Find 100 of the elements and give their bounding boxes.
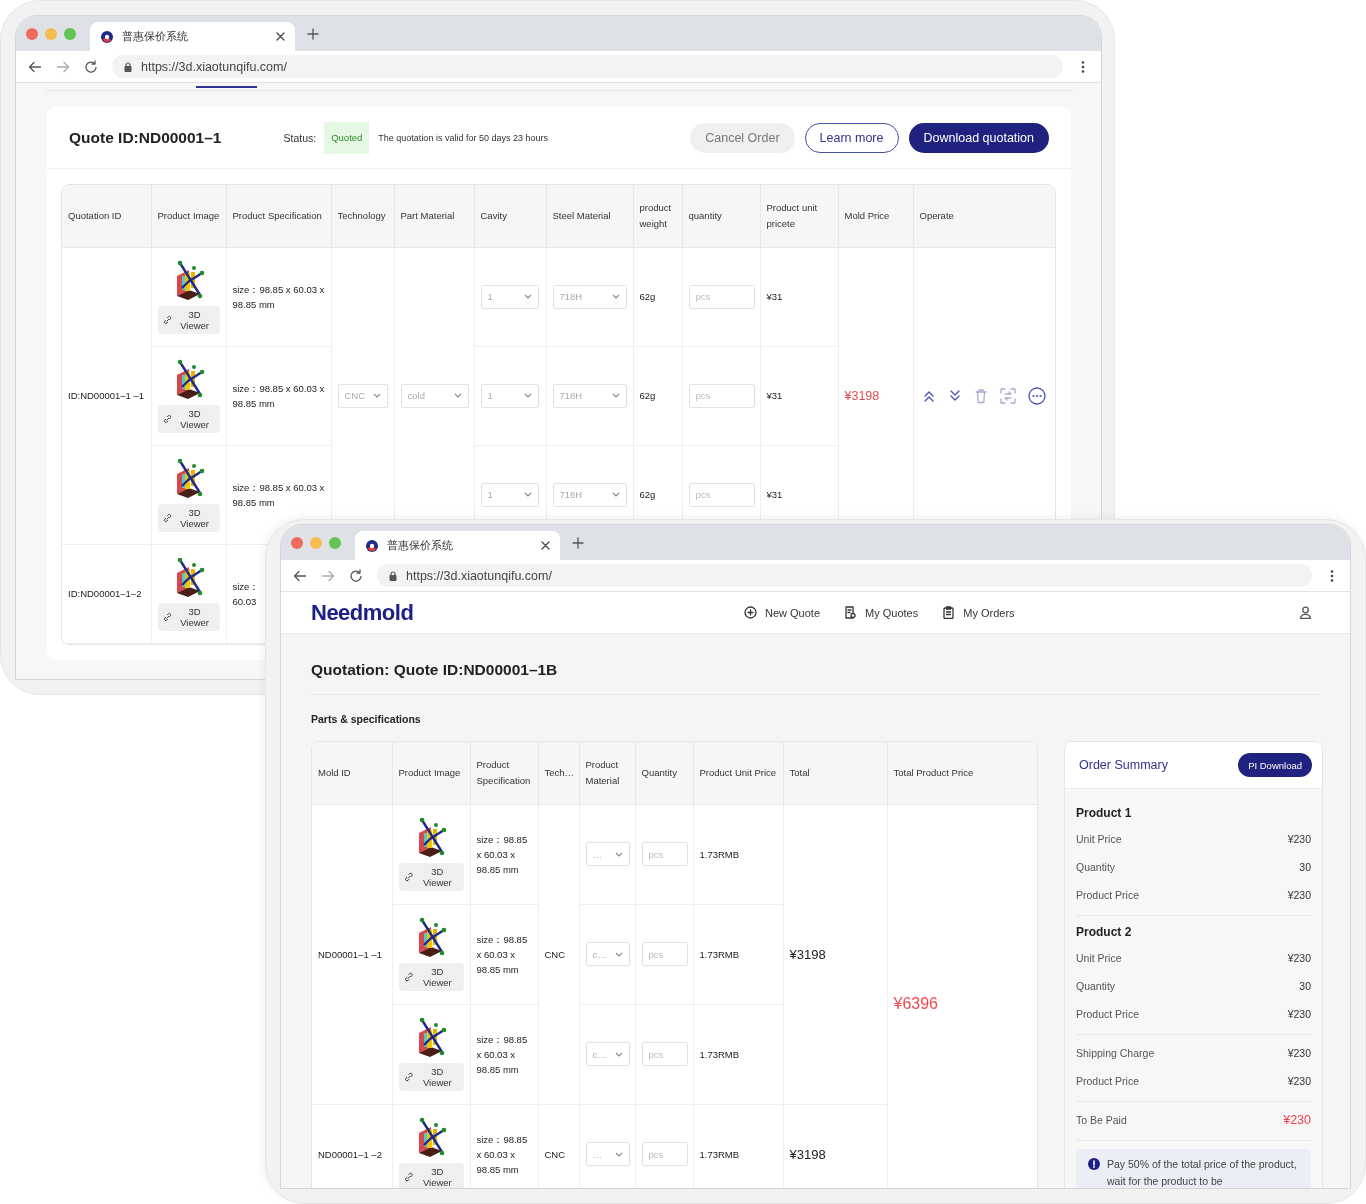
summary-label: Product Price (1076, 1075, 1140, 1087)
link-icon (403, 1072, 414, 1082)
user-icon[interactable] (1299, 606, 1312, 619)
notice-text: Pay 50% of the total price of the product, wait for the product to be (1107, 1157, 1298, 1188)
column-header: Operate (919, 209, 954, 221)
needmold-logo[interactable]: Needmold (311, 599, 744, 626)
plus-circle-icon (744, 606, 757, 619)
column-header: Product Image (398, 766, 461, 778)
nav-link[interactable]: My Quotes (844, 606, 919, 619)
column-header: Steel Material (552, 209, 611, 221)
nav-link[interactable]: New Quote (744, 606, 821, 619)
reload-icon[interactable] (349, 568, 363, 583)
more-menu-icon[interactable] (1081, 59, 1085, 74)
summary-value: 30 (1299, 861, 1311, 873)
more-icon[interactable] (1027, 386, 1046, 405)
active-tab-indicator (196, 86, 257, 88)
quantity-field[interactable]: pcs (641, 1042, 688, 1066)
reload-icon[interactable] (84, 59, 98, 74)
quantity-field[interactable]: pcs (688, 383, 755, 408)
info-icon (1088, 1158, 1100, 1170)
column-header: Part Material (400, 209, 455, 221)
product-weight: 62g (639, 291, 656, 302)
close-icon[interactable] (541, 541, 550, 550)
3d-viewer-button[interactable]: 3D Viewer (157, 503, 220, 532)
quantity-field[interactable]: pcs (641, 842, 688, 866)
cancel-button[interactable]: Cancel Order (690, 122, 795, 153)
chevron-down-icon (614, 851, 623, 857)
summary-label: Shipping Charge (1076, 1047, 1155, 1059)
unit-price: 1.73RMB (699, 1148, 740, 1160)
column-header: product weight (639, 201, 672, 229)
quantity-field[interactable]: pcs (641, 942, 688, 966)
chevron-down-icon (611, 294, 620, 299)
quantity-field[interactable]: pcs (641, 1142, 688, 1166)
summary-label: Product Price (1076, 889, 1140, 901)
column-header: Tech… (544, 766, 575, 778)
column-header: Technology (337, 209, 386, 221)
back-icon[interactable] (293, 568, 307, 583)
summary-title: Order Summary (1079, 758, 1168, 772)
3d-viewer-button[interactable]: 3D Viewer (398, 863, 464, 891)
browser-tab[interactable]: 普惠保价系统 (90, 22, 295, 51)
mold-price: ¥3198 (844, 388, 880, 403)
unit-price: 1.73RMB (699, 1048, 740, 1060)
3d-viewer-button[interactable]: 3D Viewer (157, 602, 220, 631)
product-spec: size：98.85 x 60.03 x 98.85 mm (476, 1033, 528, 1075)
column-header: Product Specification (232, 209, 322, 221)
summary-label: Quantity (1076, 980, 1116, 992)
quotation-id: ID:ND00001–1–2 (68, 588, 142, 599)
download-button[interactable]: Download quotation (908, 122, 1049, 153)
product-spec: size： 60.03 (232, 580, 260, 607)
summary-label: Unit Price (1076, 833, 1122, 845)
link-icon (162, 611, 172, 622)
unit-price: ¥31 (766, 489, 783, 500)
unit-price: 1.73RMB (699, 848, 740, 860)
column-header: Mold Price (844, 209, 890, 221)
lock-icon (124, 61, 132, 72)
address-field[interactable]: https://3d.xiaotunqifu.com/ (112, 55, 1063, 78)
3d-viewer-button[interactable]: 3D Viewer (398, 1063, 464, 1091)
3d-viewer-button[interactable]: 3D Viewer (157, 404, 220, 433)
section-title: Parts & specifications (311, 713, 422, 725)
close-icon[interactable] (276, 32, 285, 41)
summary-value: ¥230 (1287, 889, 1311, 901)
technology: CNC (544, 948, 566, 960)
new-tab-icon[interactable] (572, 536, 584, 549)
url-text: https://3d.xiaotunqifu.com/ (406, 568, 552, 583)
3d-viewer-button[interactable]: 3D Viewer (398, 963, 464, 991)
quote-id: Quote ID:ND00001–1 (69, 128, 222, 147)
3d-viewer-button[interactable]: 3D Viewer (157, 305, 220, 334)
link-icon (403, 1172, 414, 1182)
new-tab-icon[interactable] (307, 27, 319, 40)
summary-value: 30 (1299, 980, 1311, 992)
chevron-down-icon (614, 1051, 623, 1057)
address-field[interactable]: https://3d.xiaotunqifu.com/ (377, 564, 1312, 587)
product-spec: size：98.85 x 60.03 x 98.85 mm (476, 933, 528, 975)
browser-tab[interactable]: 普惠保价系统 (355, 531, 560, 560)
product-spec: size：98.85 x 60.03 x 98.85 mm (476, 833, 528, 875)
quantity-field[interactable]: pcs (688, 482, 755, 507)
back-icon[interactable] (28, 59, 42, 74)
3d-viewer-button[interactable]: 3D Viewer (398, 1163, 464, 1188)
total-price: ¥3198 (789, 946, 826, 962)
summary-value: ¥230 (1287, 1008, 1311, 1020)
summary-value: ¥230 (1287, 952, 1311, 964)
learn-more-button[interactable]: Learn more (804, 122, 899, 153)
column-header: Quotation ID (68, 209, 122, 221)
validity-note: The quotation is valid for 50 days 23 hours (378, 132, 548, 143)
nav-link[interactable]: My Orders (942, 606, 1015, 619)
unit-price: 1.73RMB (699, 948, 740, 960)
site-logo-icon (100, 29, 114, 44)
pi-download-button[interactable]: PI Download (1238, 753, 1312, 777)
column-header: Cavity (480, 209, 507, 221)
unit-price: ¥31 (766, 291, 783, 302)
document-icon (844, 606, 858, 619)
more-menu-icon[interactable] (1330, 568, 1334, 583)
column-header: Product Specification (476, 758, 531, 786)
mold-id: ND00001–1 –2 (318, 1148, 382, 1160)
column-header: Total Product Price (893, 766, 974, 778)
page-title: Quotation: Quote ID:ND00001–1B (311, 634, 1320, 695)
product-spec: size：98.85 x 60.03 x 98.85 mm (232, 283, 325, 310)
product-spec: size：98.85 x 60.03 x 98.85 mm (476, 1133, 528, 1175)
summary-value: ¥230 (1287, 1047, 1311, 1059)
quantity-field[interactable]: pcs (688, 284, 755, 309)
